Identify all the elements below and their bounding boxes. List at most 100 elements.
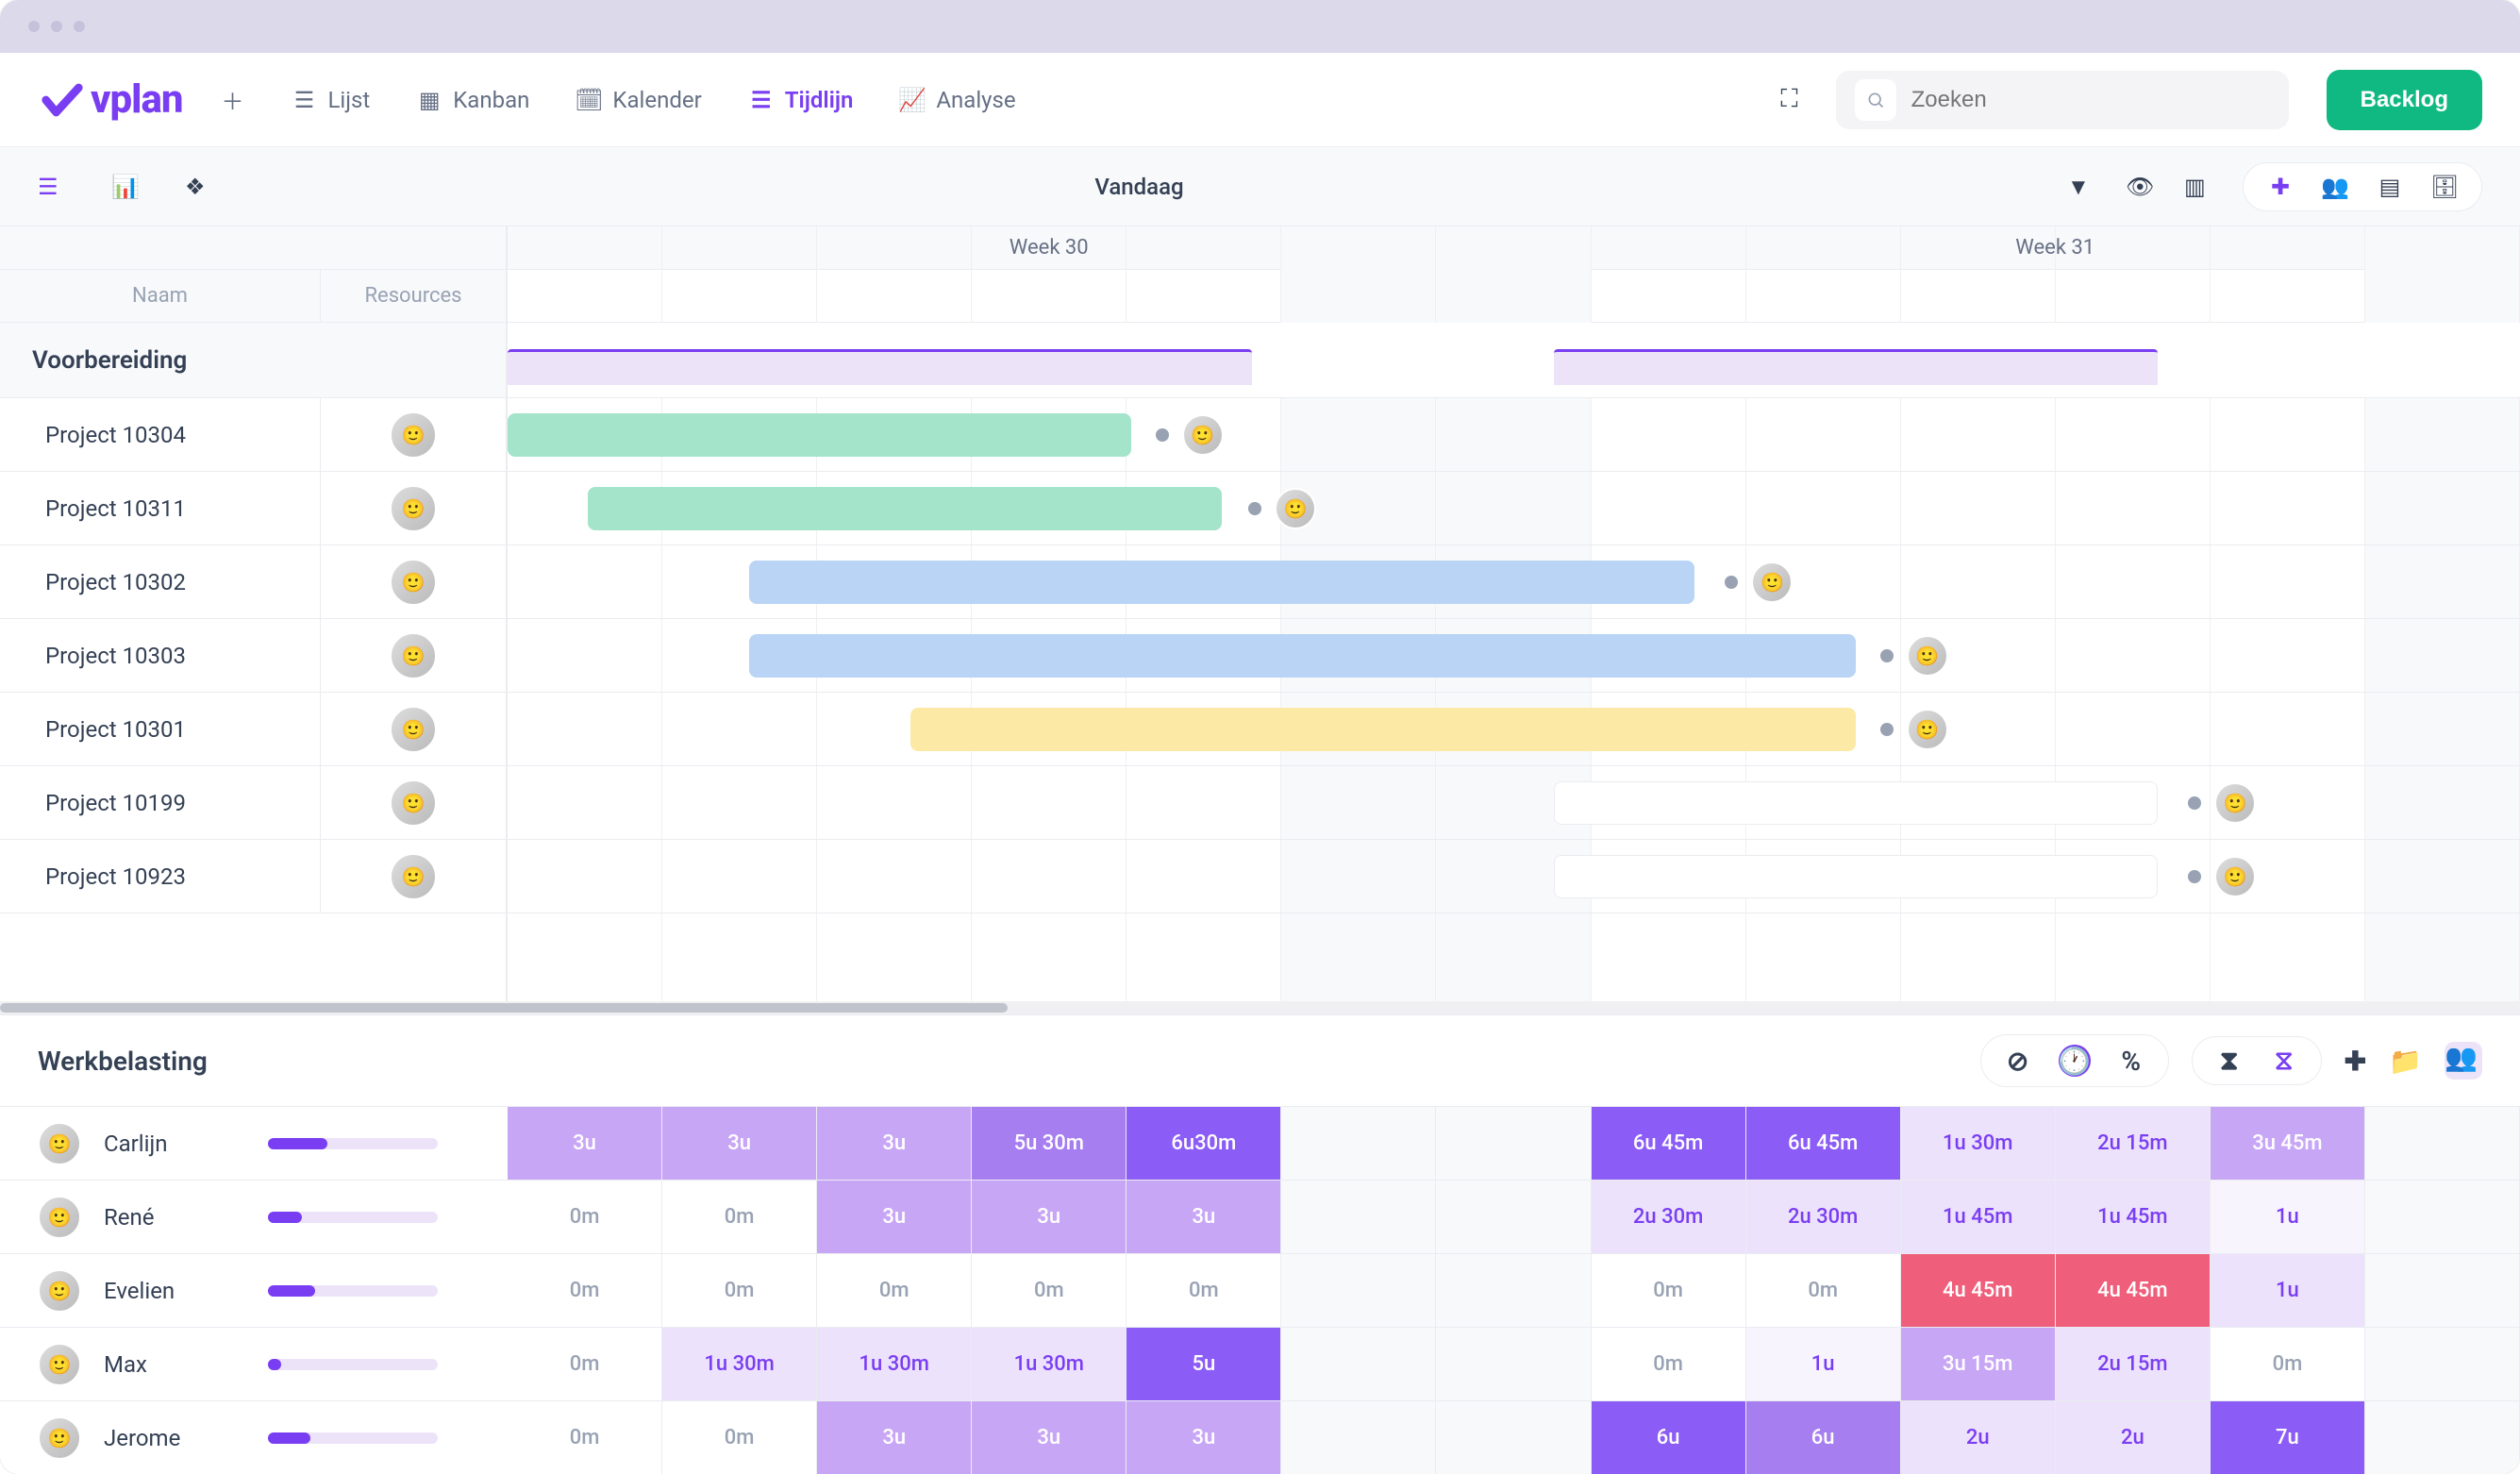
- project-row[interactable]: Project 10199 🙂: [0, 766, 506, 840]
- project-row[interactable]: Project 10302 🙂: [0, 545, 506, 619]
- workload-cell[interactable]: [2365, 1401, 2520, 1474]
- gantt-bar[interactable]: [749, 561, 1695, 604]
- workload-cell[interactable]: 3u: [1126, 1401, 1281, 1474]
- workload-cell[interactable]: [1281, 1328, 1436, 1400]
- workload-cell[interactable]: 2u 30m: [1746, 1181, 1901, 1253]
- gantt-bar[interactable]: [749, 634, 1856, 678]
- workload-cell[interactable]: 1u 30m: [817, 1328, 972, 1400]
- workload-cell[interactable]: 3u: [508, 1107, 662, 1180]
- hourglass-half-icon[interactable]: ⧖: [2270, 1047, 2298, 1075]
- workload-cell[interactable]: 2u 15m: [2056, 1107, 2211, 1180]
- workload-cell[interactable]: 0m: [1126, 1254, 1281, 1327]
- search-input[interactable]: [1911, 87, 2281, 113]
- workload-cell[interactable]: 0m: [662, 1401, 817, 1474]
- view-calendar[interactable]: 🗓 Kalender: [576, 87, 701, 113]
- workload-cell[interactable]: [2365, 1181, 2520, 1253]
- puzzle-icon[interactable]: ✚: [2266, 173, 2295, 201]
- empty-icon[interactable]: ⊘: [2004, 1047, 2032, 1075]
- workload-cell[interactable]: 5u: [1126, 1328, 1281, 1400]
- gantt-bar[interactable]: [1554, 855, 2158, 898]
- workload-cell[interactable]: 6u 45m: [1746, 1107, 1901, 1180]
- folder-icon[interactable]: 📁: [2389, 1046, 2422, 1077]
- gantt-bar[interactable]: [508, 413, 1131, 457]
- gantt-row[interactable]: 🙂: [508, 693, 2520, 766]
- workload-cell[interactable]: [2365, 1328, 2520, 1400]
- horizontal-scrollbar[interactable]: [0, 1001, 2520, 1014]
- search[interactable]: [1836, 71, 2289, 129]
- workload-cell[interactable]: [1281, 1401, 1436, 1474]
- workload-cell[interactable]: 0m: [1746, 1254, 1901, 1327]
- workload-cell[interactable]: [1436, 1401, 1591, 1474]
- workload-cell[interactable]: 3u: [817, 1181, 972, 1253]
- workload-cell[interactable]: [1436, 1254, 1591, 1327]
- workload-cell[interactable]: 1u: [2211, 1254, 2365, 1327]
- gantt-row[interactable]: 🙂: [508, 398, 2520, 472]
- workload-cell[interactable]: 1u: [1746, 1328, 1901, 1400]
- server-icon[interactable]: ▤: [2376, 173, 2404, 201]
- workload-cell[interactable]: 4u 45m: [2056, 1254, 2211, 1327]
- gantt-row[interactable]: 🙂: [508, 545, 2520, 619]
- workload-cell[interactable]: 6u: [1746, 1401, 1901, 1474]
- gantt-row[interactable]: 🙂: [508, 472, 2520, 545]
- workload-cell[interactable]: 1u 30m: [1901, 1107, 2056, 1180]
- project-row[interactable]: Project 10301 🙂: [0, 693, 506, 766]
- view-analyse[interactable]: 📈 Analyse: [900, 87, 1015, 113]
- list-toggle-icon[interactable]: ☰: [38, 174, 64, 200]
- workload-cell[interactable]: 3u: [662, 1107, 817, 1180]
- workload-cell[interactable]: [2365, 1254, 2520, 1327]
- workload-cell[interactable]: 3u: [817, 1401, 972, 1474]
- eye-icon[interactable]: 👁: [2126, 174, 2152, 200]
- chart-toggle-icon[interactable]: 📊: [111, 174, 138, 200]
- workload-cell[interactable]: 3u: [1126, 1181, 1281, 1253]
- today-label[interactable]: Vandaag: [259, 174, 2020, 200]
- add-view-button[interactable]: ＋: [220, 88, 244, 112]
- workload-cell[interactable]: 5u 30m: [972, 1107, 1126, 1180]
- workload-cell[interactable]: 6u: [1592, 1401, 1746, 1474]
- workload-cell[interactable]: 0m: [508, 1328, 662, 1400]
- fullscreen-button[interactable]: ⛶: [1780, 85, 1797, 114]
- workload-cell[interactable]: 1u: [2211, 1181, 2365, 1253]
- workload-cell[interactable]: 6u 45m: [1592, 1107, 1746, 1180]
- people-icon[interactable]: 👥: [2321, 173, 2349, 201]
- workload-cell[interactable]: 0m: [817, 1254, 972, 1327]
- project-row[interactable]: Project 10303 🙂: [0, 619, 506, 693]
- workload-cell[interactable]: 3u: [972, 1401, 1126, 1474]
- gantt-row[interactable]: 🙂: [508, 619, 2520, 693]
- workload-cell[interactable]: [1281, 1254, 1436, 1327]
- columns-icon[interactable]: ▥: [2184, 174, 2211, 200]
- gantt-bar[interactable]: [1554, 781, 2158, 825]
- layers-icon[interactable]: ❖: [185, 174, 211, 200]
- clock-icon[interactable]: 🕐: [2059, 1045, 2091, 1077]
- workload-cell[interactable]: [1281, 1107, 1436, 1180]
- workload-cell[interactable]: 0m: [508, 1181, 662, 1253]
- view-kanban[interactable]: ▦ Kanban: [417, 87, 529, 113]
- workload-cell[interactable]: 1u 30m: [972, 1328, 1126, 1400]
- workload-cell[interactable]: 4u 45m: [1901, 1254, 2056, 1327]
- workload-cell[interactable]: 0m: [662, 1181, 817, 1253]
- workload-cell[interactable]: 2u: [2056, 1401, 2211, 1474]
- workload-cell[interactable]: 2u: [1901, 1401, 2056, 1474]
- filter-icon[interactable]: ▼: [2067, 174, 2094, 200]
- workload-cell[interactable]: 7u: [2211, 1401, 2365, 1474]
- workload-cell[interactable]: 2u 30m: [1592, 1181, 1746, 1253]
- workload-cell[interactable]: 0m: [508, 1401, 662, 1474]
- workload-cell[interactable]: 1u 30m: [662, 1328, 817, 1400]
- group-header[interactable]: Voorbereiding: [0, 323, 506, 398]
- workload-cell[interactable]: [1436, 1328, 1591, 1400]
- workload-cell[interactable]: [1436, 1181, 1591, 1253]
- workload-cell[interactable]: 3u 45m: [2211, 1107, 2365, 1180]
- gantt-bar[interactable]: [588, 487, 1222, 530]
- workload-cell[interactable]: [1436, 1107, 1591, 1180]
- project-row[interactable]: Project 10304 🙂: [0, 398, 506, 472]
- workload-cell[interactable]: 3u: [972, 1181, 1126, 1253]
- hourglass-icon[interactable]: ⧗: [2215, 1047, 2244, 1075]
- workload-cell[interactable]: 0m: [1592, 1328, 1746, 1400]
- view-timeline[interactable]: ☰ Tijdlijn: [749, 87, 854, 113]
- workload-cell[interactable]: 0m: [972, 1254, 1126, 1327]
- workload-cell[interactable]: 1u 45m: [1901, 1181, 2056, 1253]
- people-icon[interactable]: 👥: [2445, 1042, 2482, 1080]
- workload-cell[interactable]: 1u 45m: [2056, 1181, 2211, 1253]
- gantt-bar[interactable]: [910, 708, 1857, 751]
- backlog-button[interactable]: Backlog: [2327, 70, 2482, 130]
- workload-cell[interactable]: 3u: [817, 1107, 972, 1180]
